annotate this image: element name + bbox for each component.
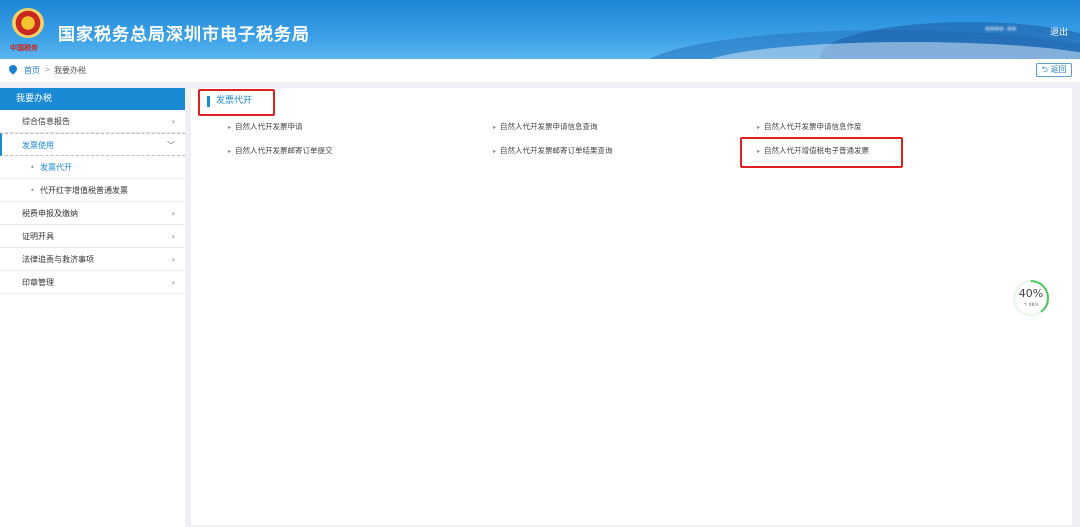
- logout-link[interactable]: 退出: [1050, 25, 1068, 38]
- label: 印章管理: [22, 278, 54, 287]
- sidebar-item-tax-filing[interactable]: 税费申报及缴纳 ›: [0, 202, 185, 225]
- sidebar-item-certificate[interactable]: 证明开具 ›: [0, 225, 185, 248]
- label: 税费申报及缴纳: [22, 209, 78, 218]
- chevron-right-icon: ›: [171, 117, 175, 126]
- label: 综合信息报告: [22, 117, 70, 126]
- network-rate: ↑ 0K/s: [1023, 303, 1039, 308]
- site-title: 国家税务总局深圳市电子税务局: [58, 25, 310, 45]
- label: 代开红字增值税普通发票: [40, 186, 128, 195]
- location-pin-icon: [7, 63, 19, 75]
- sidebar-title: 我要办税: [0, 88, 185, 110]
- label: 证明开具: [22, 232, 54, 241]
- sidebar-item-invoice-use[interactable]: 发票使用 ﹀: [0, 133, 185, 156]
- bullet-icon: •: [30, 163, 35, 172]
- breadcrumb-separator: >: [44, 65, 51, 74]
- logo-text: 中国税务: [10, 44, 38, 52]
- chevron-right-icon: ›: [171, 255, 175, 264]
- link-invoice-apply[interactable]: 自然人代开发票申请: [228, 121, 303, 132]
- section-title: 发票代开: [207, 96, 252, 107]
- back-label: 返回: [1050, 65, 1067, 74]
- sidebar: 我要办税 综合信息报告 › 发票使用 ﹀ • 发票代开 • 代开红字增值税普通发票 税费…: [0, 88, 185, 527]
- label: 法律追责与救济事项: [22, 255, 94, 264]
- sidebar-subitem-invoice-issue[interactable]: • 发票代开: [0, 156, 185, 179]
- sidebar-item-seal[interactable]: 印章管理 ›: [0, 271, 185, 294]
- sidebar-item-legal[interactable]: 法律追责与救济事项 ›: [0, 248, 185, 271]
- bullet-icon: •: [30, 186, 35, 195]
- chevron-right-icon: ›: [171, 278, 175, 287]
- label: 发票代开: [40, 163, 72, 172]
- highlight-box: [740, 137, 903, 168]
- link-mail-order-query[interactable]: 自然人代开发票邮寄订单结果查询: [493, 145, 613, 156]
- sidebar-item-info-report[interactable]: 综合信息报告 ›: [0, 110, 185, 133]
- back-button[interactable]: ⮌ 返回: [1036, 63, 1072, 77]
- main-panel: 发票代开 自然人代开发票申请 自然人代开发票申请信息查询 自然人代开发票申请信息…: [191, 88, 1072, 525]
- chevron-right-icon: ›: [171, 209, 175, 218]
- breadcrumb-current: 我要办税: [54, 66, 86, 75]
- label: 发票使用: [22, 141, 54, 150]
- link-mail-order-submit[interactable]: 自然人代开发票邮寄订单提交: [228, 145, 333, 156]
- user-name: **** **: [985, 26, 1017, 36]
- tax-emblem-logo: [12, 8, 44, 38]
- breadcrumb: 首页 > 我要办税: [0, 59, 1080, 82]
- link-apply-void[interactable]: 自然人代开发票申请信息作废: [757, 121, 862, 132]
- site-header: 中国税务 国家税务总局深圳市电子税务局 **** ** 退出: [0, 0, 1080, 59]
- chevron-right-icon: ›: [171, 232, 175, 241]
- sidebar-subitem-red-invoice[interactable]: • 代开红字增值税普通发票: [0, 179, 185, 202]
- chevron-down-icon: ﹀: [167, 141, 175, 150]
- return-icon: ⮌: [1041, 65, 1048, 74]
- memory-percent: 40%: [1018, 287, 1044, 300]
- link-apply-query[interactable]: 自然人代开发票申请信息查询: [493, 121, 598, 132]
- breadcrumb-home[interactable]: 首页: [24, 65, 40, 76]
- network-speed-widget[interactable]: 40% ↑ 0K/s: [1013, 280, 1049, 316]
